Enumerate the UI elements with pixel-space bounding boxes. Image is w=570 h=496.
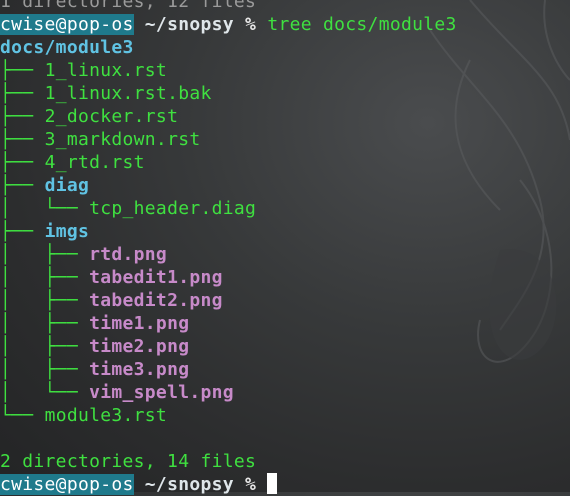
prompt-path: ~/snopsy (144, 14, 234, 35)
tree-branch-connector: │ ├── (0, 267, 90, 288)
tree-branch-connector: │ ├── (0, 313, 90, 334)
tree-branch-connector: │ └── (0, 198, 90, 219)
tree-entry: ├── 2_docker.rst (0, 105, 570, 128)
tree-branch-connector: │ ├── (0, 336, 90, 357)
tree-entry: │ ├── tabedit2.png (0, 289, 570, 312)
tree-entry: │ └── vim_spell.png (0, 381, 570, 404)
tree-file-name: 4_rtd.rst (44, 152, 145, 173)
tree-file-name: 3_markdown.rst (44, 129, 201, 150)
summary-line: 2 directories, 14 files (0, 450, 570, 473)
tree-entry: ├── 4_rtd.rst (0, 151, 570, 174)
tree-entry: │ ├── time2.png (0, 335, 570, 358)
tree-file-name: vim_spell.png (89, 382, 234, 403)
prompt-symbol: % (245, 14, 257, 35)
tree-root: docs/module3 (0, 36, 570, 59)
command-text: tree docs/module3 (267, 14, 457, 35)
tree-entries: ├── 1_linux.rst ├── 1_linux.rst.bak ├── 2_… (0, 59, 570, 427)
prompt-user-host: cwise@pop-os (0, 14, 134, 35)
tree-entry: │ ├── time1.png (0, 312, 570, 335)
tree-entry: │ ├── rtd.png (0, 243, 570, 266)
tree-directory-name: imgs (44, 221, 90, 242)
tree-file-name: module3.rst (44, 405, 168, 426)
tree-entry: └── module3.rst (0, 404, 570, 427)
tree-file-name: time1.png (89, 313, 190, 334)
tree-branch-connector: ├── (0, 60, 45, 81)
tree-branch-connector: ├── (0, 106, 45, 127)
tree-entry: ├── 1_linux.rst.bak (0, 82, 570, 105)
prompt-line: cwise@pop-os ~/snopsy % tree docs/module… (0, 13, 570, 36)
tree-file-name: tabedit2.png (89, 290, 223, 311)
prompt-line-current[interactable]: cwise@pop-os ~/snopsy % (0, 473, 570, 496)
tree-branch-connector: │ └── (0, 382, 90, 403)
tree-entry: │ └── tcp_header.diag (0, 197, 570, 220)
tree-entry: │ ├── tabedit1.png (0, 266, 570, 289)
tree-entry: ├── diag (0, 174, 570, 197)
text-cursor[interactable] (267, 473, 278, 494)
tree-branch-connector: │ ├── (0, 359, 90, 380)
tree-entry: │ ├── time3.png (0, 358, 570, 381)
tree-branch-connector: ├── (0, 175, 45, 196)
tree-branch-connector: │ ├── (0, 244, 90, 265)
tree-file-name: tcp_header.diag (89, 198, 257, 219)
tree-entry: ├── 3_markdown.rst (0, 128, 570, 151)
tree-file-name: 1_linux.rst (44, 60, 168, 81)
tree-entry: ├── 1_linux.rst (0, 59, 570, 82)
tree-file-name: 1_linux.rst.bak (44, 83, 212, 104)
tree-file-name: tabedit1.png (89, 267, 223, 288)
tree-file-name: 2_docker.rst (44, 106, 179, 127)
scrolled-partial-line: 1 directories, 12 files (0, 0, 257, 12)
tree-branch-connector: │ ├── (0, 290, 90, 311)
tree-file-name: time3.png (89, 359, 190, 380)
tree-directory-name: diag (44, 175, 90, 196)
tree-branch-connector: └── (0, 405, 45, 426)
terminal-output: 1 directories, 12 files cwise@pop-os ~/s… (0, 0, 570, 496)
tree-root-label: docs/module3 (0, 37, 134, 58)
tree-file-name: time2.png (89, 336, 190, 357)
tree-branch-connector: ├── (0, 129, 45, 150)
summary-text: 2 directories, 14 files (0, 451, 257, 472)
tree-file-name: rtd.png (89, 244, 168, 265)
tree-branch-connector: ├── (0, 221, 45, 242)
tree-branch-connector: ├── (0, 152, 45, 173)
tree-branch-connector: ├── (0, 83, 45, 104)
tree-entry: ├── imgs (0, 220, 570, 243)
